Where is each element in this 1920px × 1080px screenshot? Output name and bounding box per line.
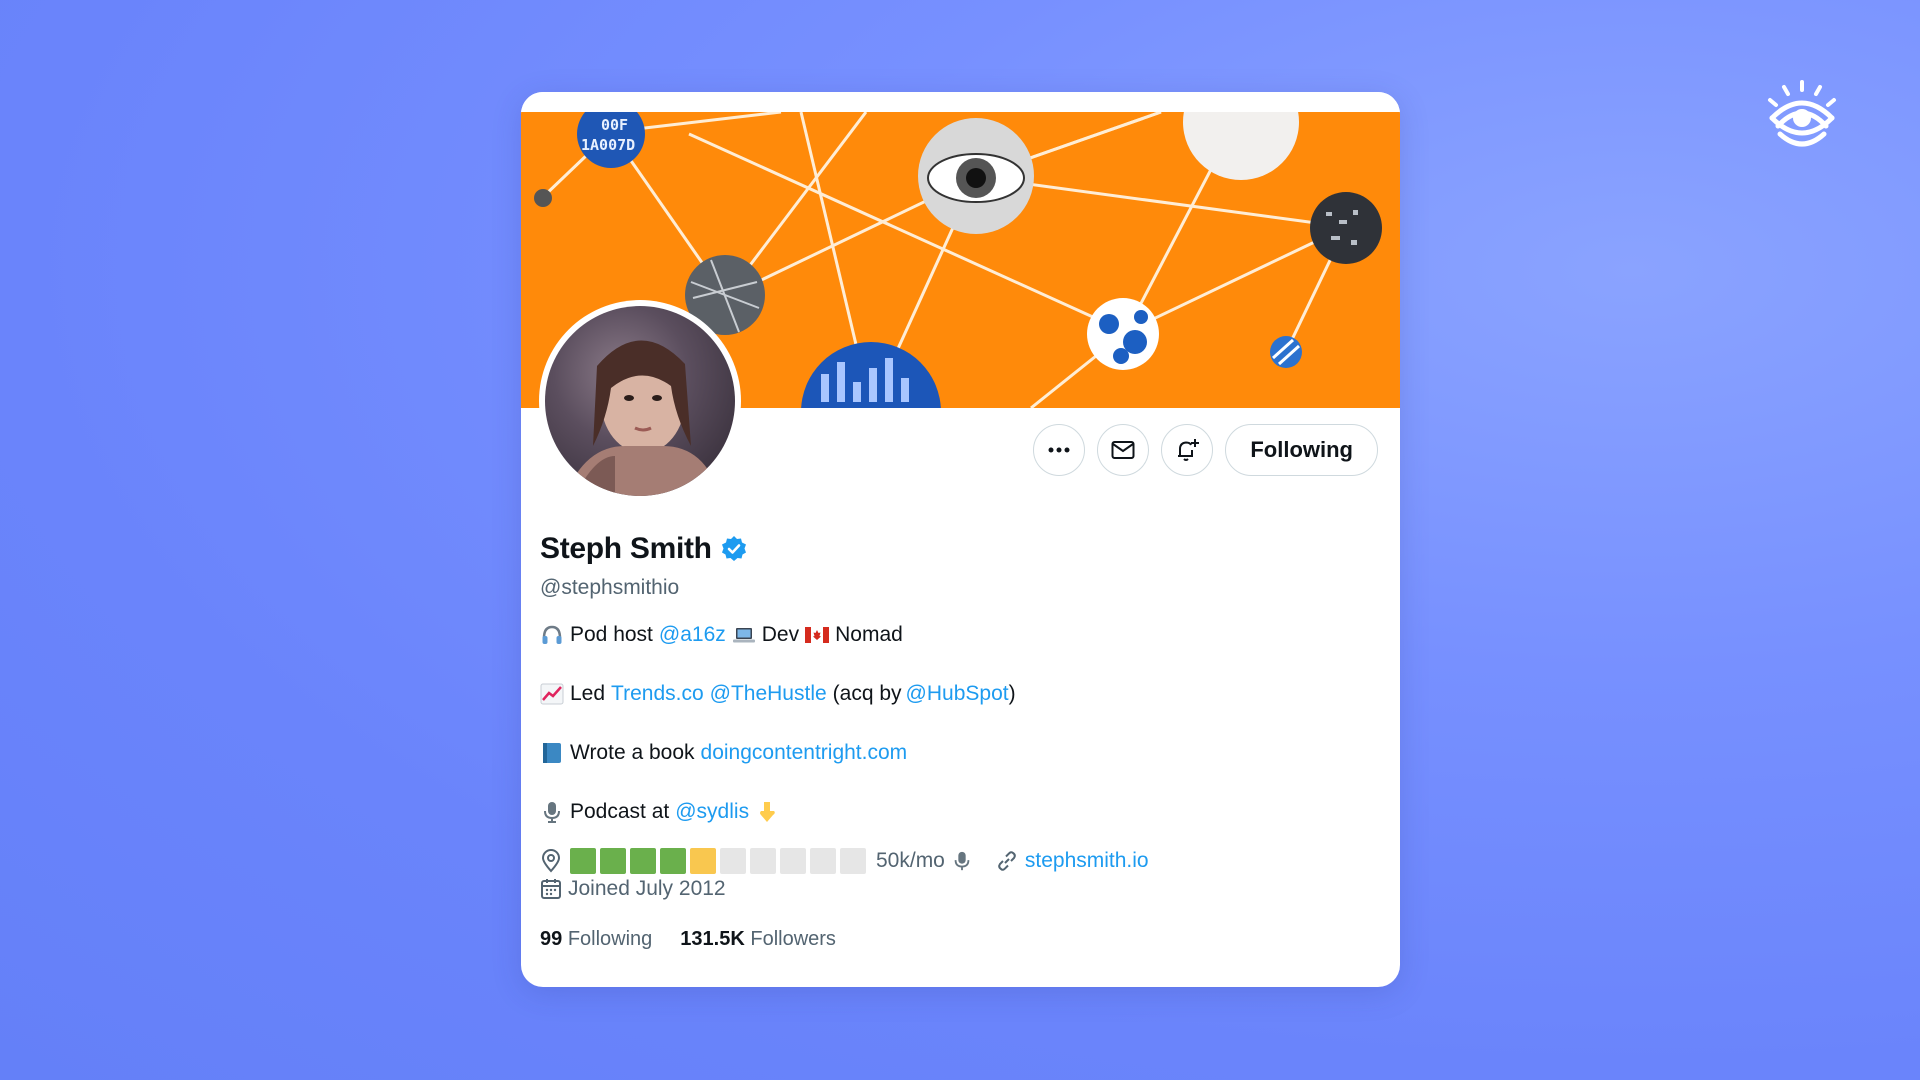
- website-link[interactable]: stephsmith.io: [1025, 849, 1149, 873]
- notifications-button[interactable]: [1161, 424, 1214, 476]
- progress-segment: [630, 848, 656, 874]
- progress-segment: [690, 848, 716, 874]
- headphones-icon: [542, 625, 562, 644]
- avatar-illustration: [565, 340, 720, 496]
- verified-badge-icon[interactable]: [720, 535, 748, 563]
- bio-text: Dev: [761, 623, 800, 646]
- profile-info: Steph Smith @stephsmithio Pod host @a16z…: [540, 530, 1380, 951]
- progress-segment: [810, 848, 836, 874]
- bio-text: ): [1008, 682, 1016, 705]
- bio-line-2: Led Trends.co @TheHustle (acq by @HubSpot…: [540, 679, 1380, 709]
- progress-segment: [840, 848, 866, 874]
- more-icon: [1048, 447, 1070, 453]
- bio-text: Led: [570, 682, 606, 705]
- location-pin-icon: [541, 849, 561, 873]
- avatar-photo: [545, 306, 735, 496]
- followers-label: Followers: [750, 928, 836, 950]
- bio-text: (acq by: [832, 682, 902, 705]
- bio-text: Pod host: [570, 623, 653, 646]
- bio-text: Wrote a book: [570, 741, 695, 764]
- svg-text:1A007D: 1A007D: [581, 136, 635, 154]
- bio-line-1: Pod host @a16z Dev Nomad: [540, 620, 1380, 650]
- followers-count: 131.5K: [680, 928, 745, 950]
- user-handle: @stephsmithio: [540, 576, 680, 599]
- profile-avatar[interactable]: [539, 300, 741, 502]
- progress-segment: [720, 848, 746, 874]
- progress-segment: [660, 848, 686, 874]
- followers-stat[interactable]: 131.5K Followers: [680, 928, 836, 951]
- mention-link[interactable]: @a16z: [659, 621, 726, 649]
- follow-stats: 99 Following 131.5K Followers: [540, 928, 1380, 951]
- profile-actions: Following: [1033, 424, 1378, 476]
- laptop-icon: [732, 628, 755, 643]
- profile-card: 00F 1A007D Following Steph Smith @stephs…: [521, 92, 1400, 987]
- bio-line-4: Podcast at @sydlis: [540, 797, 1380, 827]
- joined-date: Joined July 2012: [568, 877, 726, 900]
- bio-text: Nomad: [835, 623, 903, 646]
- joined-row: Joined July 2012: [540, 874, 1380, 904]
- website-link[interactable]: Trends.co: [611, 680, 704, 708]
- location-text: 50k/mo: [876, 849, 945, 872]
- following-stat[interactable]: 99 Following: [540, 928, 652, 951]
- name-row: Steph Smith: [540, 530, 1380, 568]
- following-label: Following: [567, 928, 653, 950]
- message-button[interactable]: [1097, 424, 1150, 476]
- progress-segment: [600, 848, 626, 874]
- pointing-down-icon: [760, 802, 775, 822]
- progress-bar: [570, 848, 870, 874]
- microphone-icon: [954, 851, 970, 871]
- mention-link[interactable]: @sydlis: [675, 798, 749, 826]
- brand-eye-logo: [1768, 80, 1836, 147]
- following-count: 99: [540, 928, 563, 950]
- progress-segment: [750, 848, 776, 874]
- bell-plus-icon: [1178, 439, 1200, 461]
- website-link[interactable]: doingcontentright.com: [701, 739, 908, 767]
- blue-book-icon: [543, 743, 561, 763]
- following-button[interactable]: Following: [1225, 424, 1378, 476]
- chart-increasing-icon: [540, 683, 564, 705]
- mention-link[interactable]: @HubSpot: [906, 680, 1009, 708]
- svg-text:00F: 00F: [601, 116, 628, 134]
- microphone-icon: [544, 802, 560, 823]
- more-button[interactable]: [1033, 424, 1086, 476]
- card-top-strip: [521, 92, 1400, 112]
- calendar-icon: [541, 879, 561, 899]
- profile-meta-row: 50k/mo stephsmith.io: [540, 846, 1380, 876]
- bio: Pod host @a16z Dev Nomad Led Trends.co @…: [540, 620, 1380, 827]
- progress-segment: [570, 848, 596, 874]
- link-icon: [998, 851, 1016, 871]
- canada-flag-icon: [805, 627, 830, 643]
- mail-icon: [1111, 441, 1135, 459]
- display-name: Steph Smith: [540, 532, 712, 565]
- bio-line-3: Wrote a book doingcontentright.com: [540, 738, 1380, 768]
- mention-link[interactable]: @TheHustle: [710, 680, 827, 708]
- bio-text: Podcast at: [570, 800, 670, 823]
- progress-segment: [780, 848, 806, 874]
